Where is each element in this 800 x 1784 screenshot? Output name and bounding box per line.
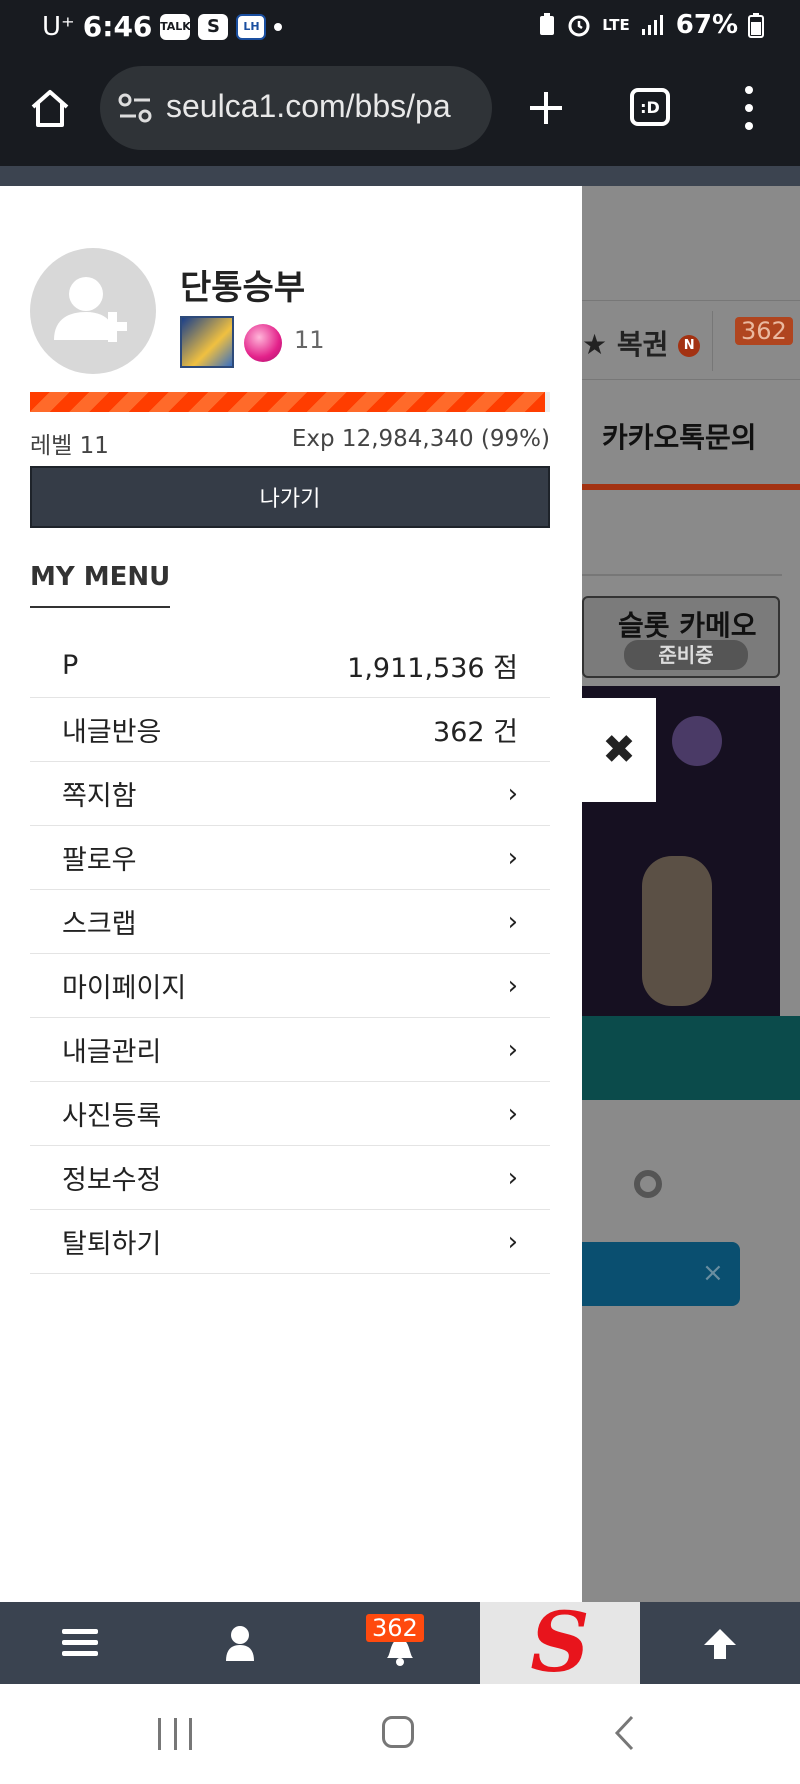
more-notifications-dot — [274, 22, 283, 31]
level-label: 레벨 11 — [30, 433, 109, 459]
bg-lotto-link: ★ 복권 N — [582, 323, 701, 363]
system-nav-bar — [0, 1684, 800, 1784]
scroll-top-arrow-icon[interactable] — [680, 1602, 760, 1684]
menu-item-scrap[interactable]: 스크랩 › — [30, 890, 550, 954]
chevron-right-icon: › — [507, 778, 518, 809]
menu-item-label: 사진등록 — [62, 1101, 162, 1132]
menu-item-mypage[interactable]: 마이페이지 › — [30, 954, 550, 1018]
user-icon[interactable] — [200, 1602, 280, 1684]
my-menu-title: MY MENU — [30, 562, 171, 608]
menu-item-messages[interactable]: 쪽지함 › — [30, 762, 550, 826]
points-label: P — [62, 650, 79, 681]
nickname: 단통승부 — [180, 268, 306, 308]
alarm-icon — [568, 15, 590, 37]
exp-progress-bar — [30, 392, 550, 412]
pink-gem-icon — [244, 324, 282, 362]
chevron-right-icon: › — [507, 1098, 518, 1129]
tab-switcher-button[interactable]: :D — [630, 88, 670, 126]
logout-button[interactable]: 나가기 — [30, 466, 550, 528]
lh-app-icon: LH — [236, 13, 267, 40]
new-badge: N — [678, 335, 701, 357]
site-logo[interactable]: S — [480, 1602, 640, 1684]
bg-gear-icon — [634, 1170, 662, 1198]
bg-bell-badge: 362 — [735, 317, 793, 345]
menu-item-label: 쪽지함 — [62, 781, 137, 812]
more-menu-icon[interactable] — [736, 86, 762, 130]
points-value: 1,911,536 점 — [347, 653, 518, 684]
menu-item-label: 마이페이지 — [62, 973, 187, 1004]
bg-bell-icon: 362 — [712, 311, 800, 371]
url-bar[interactable]: seulca1.com/bbs/pa — [100, 66, 492, 150]
home-icon[interactable] — [28, 86, 72, 130]
battery-icon — [748, 13, 764, 38]
chevron-right-icon: › — [507, 1034, 518, 1065]
level-badge-number: 11 — [294, 326, 325, 354]
menu-item-label: 팔로우 — [62, 845, 137, 876]
menu-item-edit-info[interactable]: 정보수정 › — [30, 1146, 550, 1210]
system-home-icon[interactable] — [382, 1716, 414, 1748]
bg-nav-row: ★ 복권 N 362 — [582, 300, 800, 380]
menu-item-label: 탈퇴하기 — [62, 1229, 162, 1260]
points-row[interactable]: P 1,911,536 점 — [30, 634, 550, 698]
network-type: LTE — [602, 16, 630, 34]
notification-badge: 362 — [366, 1614, 424, 1642]
chevron-right-icon: › — [507, 842, 518, 873]
chevron-right-icon: › — [507, 970, 518, 1001]
reactions-value: 362 건 — [433, 717, 518, 748]
close-drawer-button[interactable]: ✖ — [582, 698, 656, 802]
bg-slot-banner: 슬롯 카메오 준비중 — [582, 596, 780, 678]
exp-progress-fill — [30, 392, 545, 412]
menu-item-label: 스크랩 — [62, 909, 137, 940]
bg-notice-box: × — [582, 1242, 740, 1306]
back-icon[interactable] — [612, 1714, 636, 1752]
menu-item-withdraw[interactable]: 탈퇴하기 › — [30, 1210, 550, 1274]
menu-item-label: 내글관리 — [62, 1037, 162, 1068]
status-bar: U⁺ 6:46 TALK S LH LTE 67% — [0, 0, 800, 52]
chevron-right-icon: › — [507, 1226, 518, 1257]
url-text: seulca1.com/bbs/pa — [166, 88, 451, 124]
menu-item-photo[interactable]: 사진등록 › — [30, 1082, 550, 1146]
battery-percent: 67% — [675, 10, 738, 40]
browser-toolbar: seulca1.com/bbs/pa :D — [0, 52, 800, 166]
add-user-icon — [54, 277, 127, 342]
side-drawer: 단통승부 11 레벨 11 Exp 12,984,340 (99%) 나가기 M… — [0, 166, 582, 1602]
battery-saver-icon — [540, 13, 555, 35]
new-tab-icon[interactable] — [524, 86, 568, 130]
level-emblem-icon — [180, 316, 234, 368]
s-app-icon: S — [198, 13, 229, 40]
menu-item-follow[interactable]: 팔로우 › — [30, 826, 550, 890]
site-logo-letter: S — [530, 1595, 590, 1691]
exp-label: Exp 12,984,340 (99%) — [291, 426, 550, 452]
reactions-label: 내글반응 — [62, 717, 162, 748]
signal-icon — [641, 15, 663, 35]
bottom-app-bar: 362 S — [0, 1602, 800, 1684]
menu-item-my-posts[interactable]: 내글관리 › — [30, 1018, 550, 1082]
recent-apps-icon[interactable] — [158, 1718, 192, 1750]
chevron-right-icon: › — [507, 906, 518, 937]
bg-kakao-inquiry: 카카오톡문의 — [602, 421, 757, 454]
my-menu-list: P 1,911,536 점 내글반응 362 건 쪽지함 › 팔로우 › 스크랩… — [30, 634, 550, 1274]
site-settings-icon[interactable] — [118, 92, 152, 124]
hamburger-menu-icon[interactable] — [40, 1602, 120, 1684]
talk-icon: TALK — [160, 13, 191, 40]
menu-item-label: 정보수정 — [62, 1165, 162, 1196]
avatar[interactable] — [30, 248, 156, 374]
reactions-row[interactable]: 내글반응 362 건 — [30, 698, 550, 762]
clock: 6:46 — [82, 10, 153, 43]
chevron-right-icon: › — [507, 1162, 518, 1193]
carrier-label: U⁺ — [42, 11, 75, 42]
